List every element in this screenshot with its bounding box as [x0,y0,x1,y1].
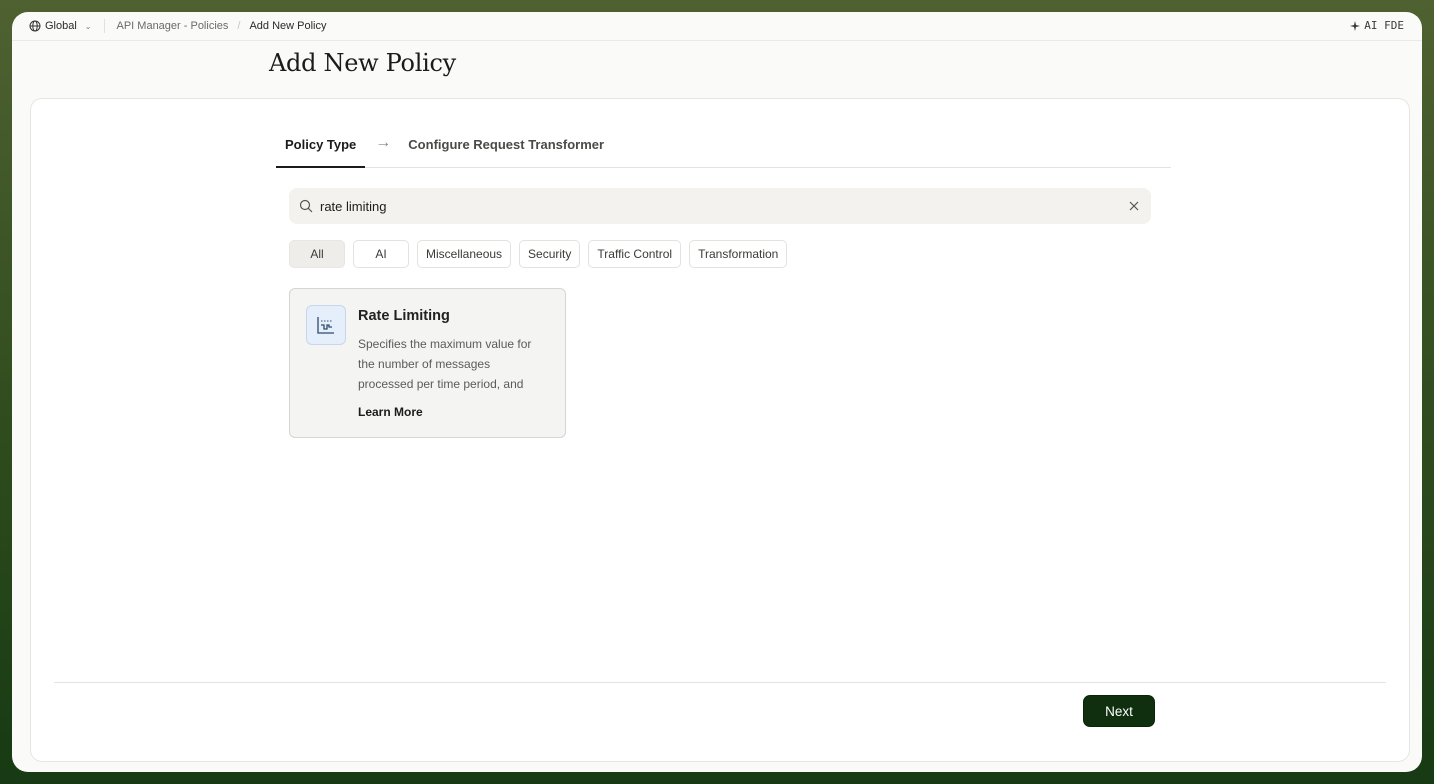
category-filters: All AI Miscellaneous Security Traffic Co… [289,240,788,268]
learn-more-link[interactable]: Learn More [358,405,423,419]
ai-assistant-label: AI FDE [1364,19,1404,32]
top-bar: Global ⌄ API Manager - Policies / Add Ne… [12,12,1422,41]
ai-assistant-button[interactable]: AI FDE [1350,19,1404,32]
divider [103,19,105,33]
rate-limit-chart-icon [306,305,346,345]
clear-search-button[interactable] [1119,201,1149,211]
filter-transformation[interactable]: Transformation [689,240,788,268]
arrow-right-icon: → [375,134,392,151]
search-icon [299,199,313,213]
filter-all[interactable]: All [289,240,345,268]
filter-ai[interactable]: AI [353,240,409,268]
policy-card-rate-limiting[interactable]: Rate Limiting Specifies the maximum valu… [289,288,566,438]
close-icon [1129,201,1139,211]
filter-miscellaneous[interactable]: Miscellaneous [417,240,512,268]
breadcrumb-current: Add New Policy [249,20,327,32]
footer-divider [54,682,1386,683]
content-panel: Policy Type → Configure Request Transfor… [30,98,1410,762]
chevron-down-icon: ⌄ [84,21,92,31]
scope-selector[interactable]: Global ⌄ [12,20,92,32]
breadcrumb: API Manager - Policies / Add New Policy [117,20,327,32]
sparkle-icon [1350,20,1361,31]
next-button[interactable]: Next [1083,695,1155,727]
policy-card-description: Specifies the maximum value for the numb… [358,337,532,391]
breadcrumb-api-manager-policies[interactable]: API Manager - Policies [117,20,229,32]
stepper: Policy Type → Configure Request Transfor… [276,127,1171,168]
step-configure-request-transformer[interactable]: Configure Request Transformer [399,127,613,168]
filter-traffic-control[interactable]: Traffic Control [588,240,682,268]
page-title: Add New Policy [269,49,456,77]
search-input[interactable] [320,198,1119,214]
scope-label: Global [45,20,77,32]
step-policy-type[interactable]: Policy Type [276,127,366,168]
search-bar [289,188,1151,224]
breadcrumb-separator: / [237,20,241,32]
app-window: Global ⌄ API Manager - Policies / Add Ne… [12,12,1422,772]
filter-security[interactable]: Security [519,240,581,268]
globe-icon [29,20,41,32]
policy-card-title: Rate Limiting [358,308,450,324]
